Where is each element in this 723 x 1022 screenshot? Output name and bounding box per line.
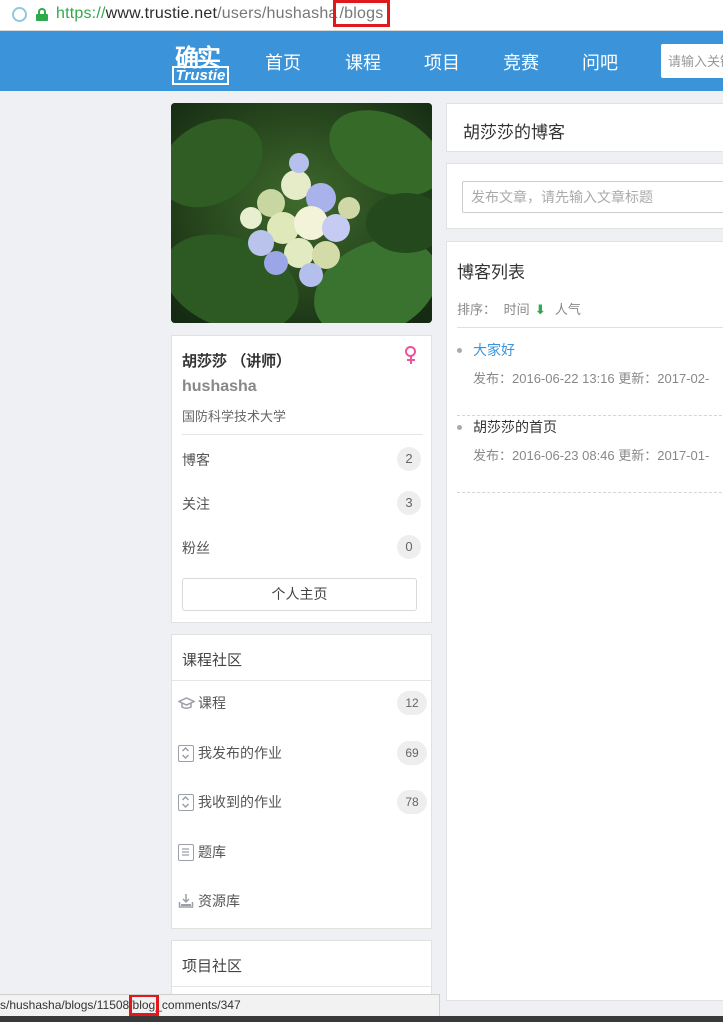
stat-label-blogs[interactable]: 博客	[182, 450, 210, 470]
blog-title: 胡莎莎的博客	[463, 123, 565, 142]
post-meta: 发布：2016-06-22 13:16 更新：2017-02-	[473, 371, 710, 386]
list-item: 大家好 发布：2016-06-22 13:16 更新：2017-02-	[457, 338, 723, 416]
homework-icon	[178, 794, 194, 811]
search-input[interactable]	[661, 44, 723, 78]
bullet-icon	[457, 425, 462, 430]
nav-qa[interactable]: 问吧	[582, 49, 618, 75]
course-item-label: 课程	[198, 695, 226, 711]
logo-latin: Trustie	[172, 66, 229, 85]
nav-courses[interactable]: 课程	[345, 49, 381, 75]
project-community-title: 项目社区	[182, 958, 243, 975]
user-name: 胡莎莎 （讲师）	[182, 353, 292, 370]
post-title-link[interactable]: 胡莎莎的首页	[473, 417, 557, 437]
blog-list-card: 博客列表 排序： 时间 ⬇ 人气 大家好 发布：2016-06-22 13:16…	[446, 241, 723, 1001]
download-tray-icon	[178, 893, 194, 914]
blog-list-divider	[457, 327, 723, 328]
status-url-prefix: s/hushasha/blogs/11508/	[0, 998, 133, 1012]
top-navbar: 确实 Trustie 首页 课程 项目 竞赛 问吧	[0, 31, 723, 91]
reload-icon[interactable]	[12, 7, 27, 22]
stat-label-fans[interactable]: 粉丝	[182, 538, 210, 558]
course-item-published-homework[interactable]: 我发布的作业 69	[178, 741, 427, 766]
sort-bar: 排序： 时间 ⬇ 人气	[457, 299, 581, 318]
course-item-label: 我收到的作业	[198, 794, 282, 810]
course-item-received-homework[interactable]: 我收到的作业 78	[178, 790, 427, 815]
taskbar-strip	[0, 1016, 723, 1022]
browser-status-bar: s/hushasha/blogs/11508/blog_comments/347	[0, 994, 440, 1016]
nav-home[interactable]: 首页	[265, 49, 301, 75]
homework-icon	[178, 745, 194, 762]
address-bar[interactable]: https://www.trustie.net/users/hushasha/b…	[0, 0, 723, 31]
stat-count-following[interactable]: 3	[397, 491, 421, 515]
url-path: /users/hushasha	[217, 5, 338, 22]
user-login: hushasha	[182, 378, 257, 395]
site-logo[interactable]: 确实 Trustie	[172, 36, 229, 86]
female-icon	[404, 346, 418, 366]
course-item-count: 12	[397, 691, 427, 715]
blog-header-card: 胡莎莎的博客	[446, 103, 723, 152]
nav-projects[interactable]: 项目	[424, 49, 460, 75]
course-community-title: 课程社区	[182, 652, 243, 669]
course-community-card: 课程社区 课程 12 我发布的作业 69 我收到的作业 78 题库 资源库	[171, 634, 432, 929]
graduation-cap-icon	[177, 696, 196, 716]
profile-card: 胡莎莎 （讲师） hushasha 国防科学技术大学 博客 2 关注 3 粉丝 …	[171, 335, 432, 623]
bullet-icon	[457, 348, 462, 353]
course-item-question-bank[interactable]: 题库	[178, 841, 427, 865]
lock-icon	[36, 8, 48, 21]
course-item-courses[interactable]: 课程 12	[177, 691, 427, 716]
course-item-count: 69	[397, 741, 427, 765]
document-icon	[178, 844, 194, 861]
post-meta: 发布：2016-06-23 08:46 更新：2017-01-	[473, 448, 710, 463]
course-item-resource-library[interactable]: 资源库	[178, 890, 427, 914]
personal-home-button[interactable]: 个人主页	[182, 578, 417, 611]
sort-by-popularity[interactable]: 人气	[555, 302, 581, 317]
project-community-divider	[172, 986, 431, 987]
url-scheme: https://	[56, 5, 106, 22]
new-post-title-input[interactable]	[462, 181, 723, 213]
status-url-suffix: _comments/347	[155, 998, 241, 1012]
hydrangea-photo	[171, 103, 432, 323]
stat-count-fans[interactable]: 0	[397, 535, 421, 559]
project-community-card: 项目社区	[171, 940, 432, 1000]
status-url-highlight: blog	[128, 995, 160, 1016]
user-school: 国防科学技术大学	[182, 409, 287, 424]
url-highlight: /blogs	[332, 0, 391, 27]
blog-list-title: 博客列表	[457, 263, 525, 282]
url-host: www.trustie.net	[105, 5, 218, 22]
sort-label: 排序：	[457, 302, 497, 317]
post-title-link[interactable]: 大家好	[473, 340, 515, 360]
stat-count-blogs[interactable]: 2	[397, 447, 421, 471]
nav-contests[interactable]: 竞赛	[503, 49, 539, 75]
course-item-label: 题库	[198, 844, 226, 860]
new-post-card	[446, 163, 723, 229]
url-text[interactable]: https://www.trustie.net/users/hushasha/b…	[56, 0, 391, 27]
profile-divider	[182, 434, 423, 435]
stat-label-following[interactable]: 关注	[182, 494, 210, 514]
search-box	[661, 44, 723, 78]
course-item-count: 78	[397, 790, 427, 814]
avatar[interactable]	[171, 103, 432, 323]
list-item: 胡莎莎的首页 发布：2016-06-23 08:46 更新：2017-01-	[457, 415, 723, 493]
course-item-label: 我发布的作业	[198, 745, 282, 761]
course-item-label: 资源库	[198, 893, 240, 909]
sort-by-time[interactable]: 时间	[504, 302, 530, 317]
course-community-divider	[172, 680, 431, 681]
arrow-down-icon[interactable]: ⬇	[533, 302, 547, 318]
